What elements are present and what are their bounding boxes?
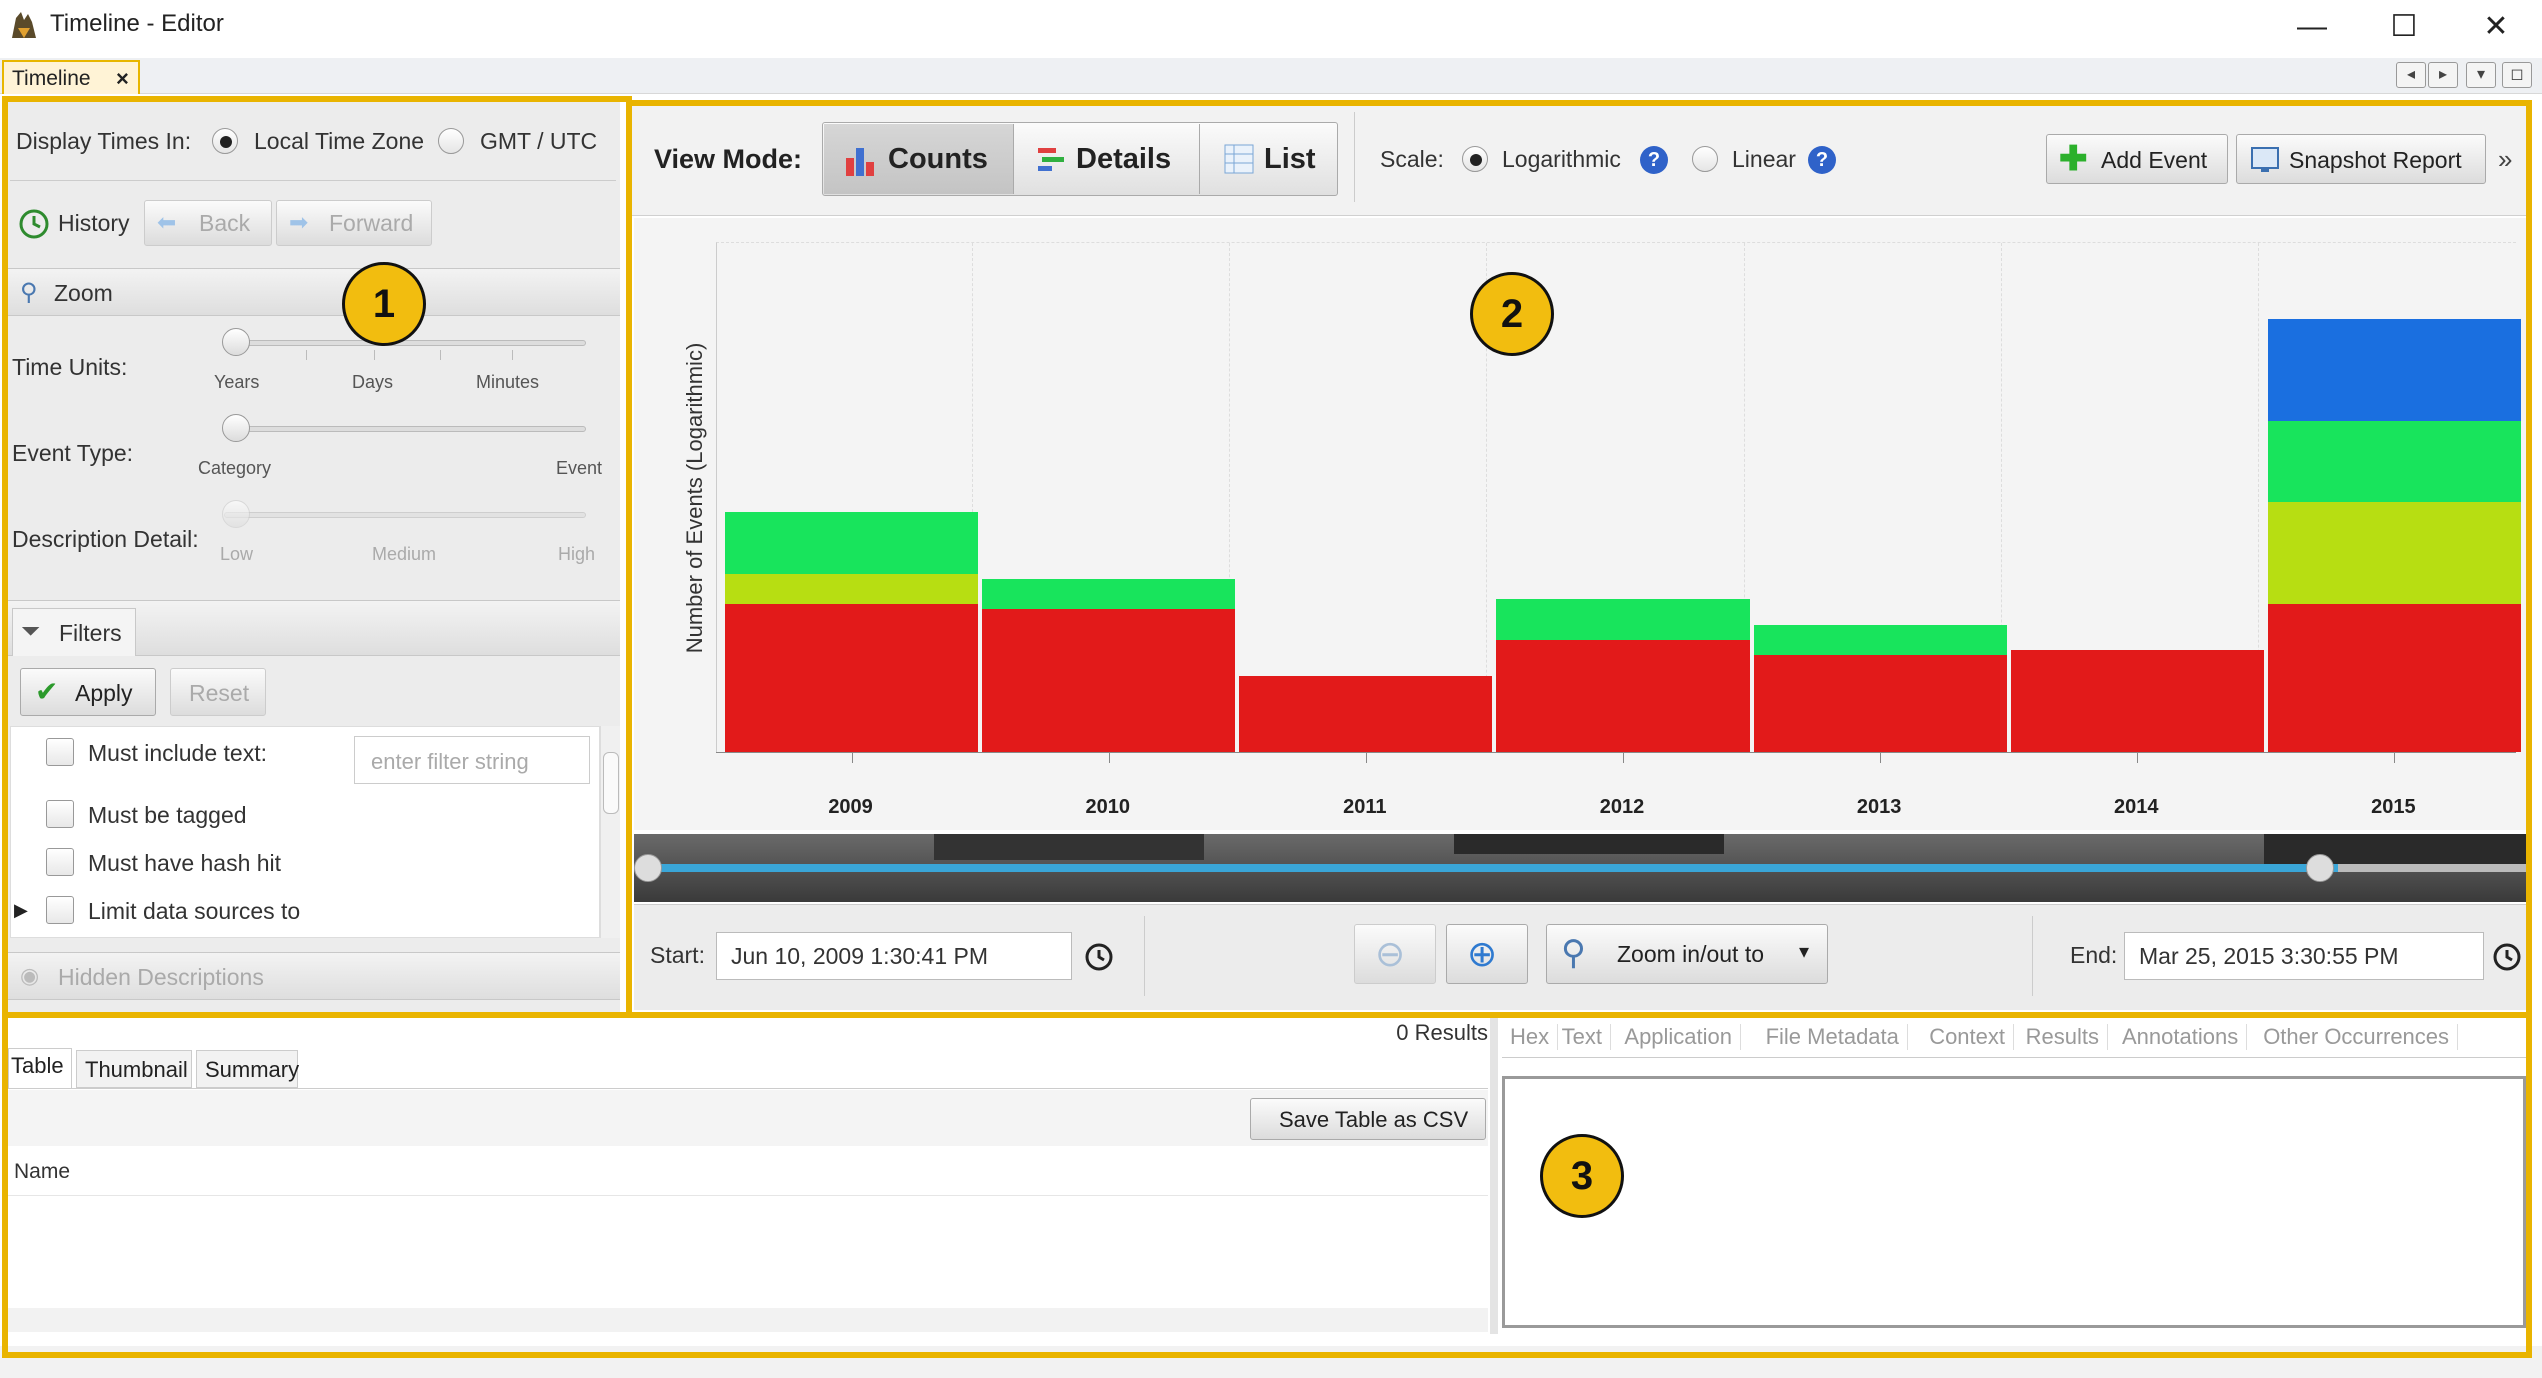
badge-2: 2 — [1470, 272, 1554, 356]
badge-3: 3 — [1540, 1134, 1624, 1218]
tab-timeline[interactable]: Timeline × — [2, 60, 140, 94]
app-logo-icon — [8, 8, 40, 42]
tab-scroll-left-icon[interactable]: ◂ — [2396, 62, 2426, 88]
region-1-frame — [2, 96, 632, 1018]
minimize-button[interactable]: — — [2282, 6, 2342, 48]
tab-list-dropdown-icon[interactable]: ▾ — [2466, 62, 2496, 88]
tab-label: Timeline — [12, 67, 91, 90]
window-title: Timeline - Editor — [50, 10, 224, 37]
title-bar — [0, 0, 2542, 56]
tab-close-icon[interactable]: × — [116, 66, 129, 92]
region-3-frame — [2, 1012, 2532, 1358]
badge-1: 1 — [342, 262, 426, 346]
restore-window-icon[interactable]: ◻ — [2502, 62, 2532, 88]
tab-strip — [0, 58, 2542, 94]
maximize-button[interactable]: ☐ — [2374, 6, 2434, 48]
region-2-frame — [626, 100, 2532, 1018]
close-window-button[interactable]: ✕ — [2466, 6, 2526, 48]
tab-scroll-right-icon[interactable]: ▸ — [2428, 62, 2458, 88]
